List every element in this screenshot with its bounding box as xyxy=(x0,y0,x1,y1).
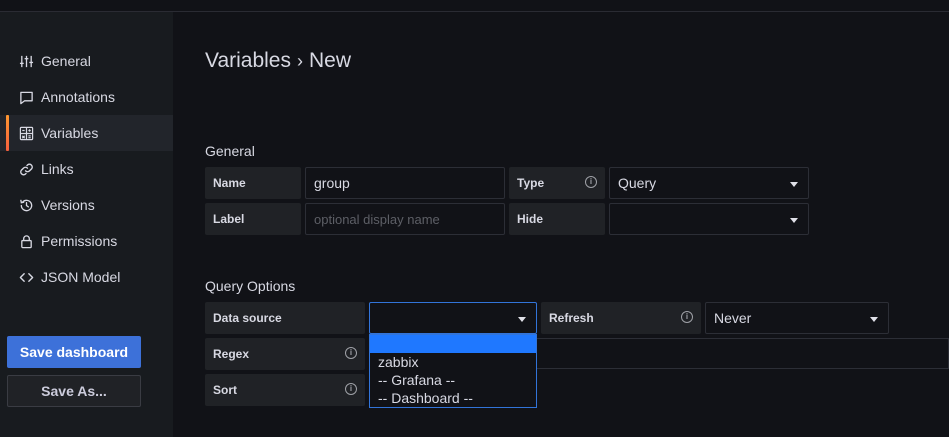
comment-icon xyxy=(18,89,34,105)
label-input[interactable]: optional display name xyxy=(305,203,505,235)
sidebar-item-links[interactable]: Links xyxy=(0,151,173,187)
sidebar-item-versions[interactable]: Versions xyxy=(0,187,173,223)
regex-label-text: Regex xyxy=(213,347,250,361)
sidebar-item-variables[interactable]: Variables xyxy=(0,115,173,151)
info-icon[interactable]: i xyxy=(345,383,357,395)
datasource-option[interactable]: -- Dashboard -- xyxy=(370,389,536,407)
sidebar-item-label: Annotations xyxy=(41,89,115,105)
datasource-option[interactable] xyxy=(370,335,536,353)
section-title-general: General xyxy=(205,143,255,159)
name-input[interactable]: group xyxy=(305,167,505,199)
breadcrumb-current: New xyxy=(309,49,352,72)
type-select[interactable]: Query xyxy=(609,167,809,199)
link-icon xyxy=(18,161,34,177)
sidebar-item-label: Permissions xyxy=(41,233,118,249)
breadcrumb-parent[interactable]: Variables xyxy=(205,49,291,73)
info-icon[interactable]: i xyxy=(681,311,693,323)
datasource-option[interactable]: -- Grafana -- xyxy=(370,371,536,389)
info-icon[interactable]: i xyxy=(585,176,597,188)
code-icon xyxy=(18,269,34,285)
sidebar-item-permissions[interactable]: Permissions xyxy=(0,223,173,259)
info-icon[interactable]: i xyxy=(345,347,357,359)
caret-down-icon xyxy=(870,317,878,322)
caret-down-icon xyxy=(518,317,526,322)
refresh-select[interactable]: Never xyxy=(705,302,889,334)
regex-label: Regex i xyxy=(205,338,365,370)
name-label: Name xyxy=(205,167,301,199)
calculator-icon xyxy=(18,125,34,141)
sidebar-item-label: JSON Model xyxy=(41,269,121,285)
label-label: Label xyxy=(205,203,301,235)
sidebar-item-json-model[interactable]: JSON Model xyxy=(0,259,173,295)
sliders-icon xyxy=(18,53,34,69)
refresh-label: Refresh i xyxy=(541,302,701,334)
page-title: Variables › New xyxy=(205,49,351,73)
sort-label-text: Sort xyxy=(213,383,237,397)
settings-sidebar: General Annotations Variables Links Vers… xyxy=(0,12,173,437)
sidebar-item-general[interactable]: General xyxy=(0,43,173,79)
sort-label: Sort i xyxy=(205,374,365,406)
datasource-select[interactable] xyxy=(369,302,537,334)
sidebar-item-label: Variables xyxy=(41,125,99,141)
datasource-dropdown-menu: zabbix -- Grafana -- -- Dashboard -- xyxy=(369,334,537,408)
history-icon xyxy=(18,197,34,213)
refresh-select-value: Never xyxy=(714,310,752,326)
lock-icon xyxy=(18,233,34,249)
type-select-value: Query xyxy=(618,175,657,191)
save-as-button[interactable]: Save As... xyxy=(7,375,141,407)
type-label: Type i xyxy=(509,167,605,199)
top-bar xyxy=(0,0,949,12)
section-title-query-options: Query Options xyxy=(205,278,296,294)
caret-down-icon xyxy=(790,182,798,187)
sidebar-item-label: Links xyxy=(41,161,74,177)
type-label-text: Type xyxy=(517,176,545,190)
save-dashboard-button[interactable]: Save dashboard xyxy=(7,336,141,368)
datasource-option[interactable]: zabbix xyxy=(370,353,536,371)
refresh-label-text: Refresh xyxy=(549,311,594,325)
hide-label: Hide xyxy=(509,203,605,235)
breadcrumb-separator: › xyxy=(297,50,303,71)
sidebar-item-label: General xyxy=(41,53,91,69)
caret-down-icon xyxy=(790,218,798,223)
sidebar-item-annotations[interactable]: Annotations xyxy=(0,79,173,115)
regex-input[interactable] xyxy=(537,338,949,369)
hide-select[interactable] xyxy=(609,203,809,235)
datasource-label: Data source xyxy=(205,302,365,334)
sidebar-item-label: Versions xyxy=(41,197,95,213)
